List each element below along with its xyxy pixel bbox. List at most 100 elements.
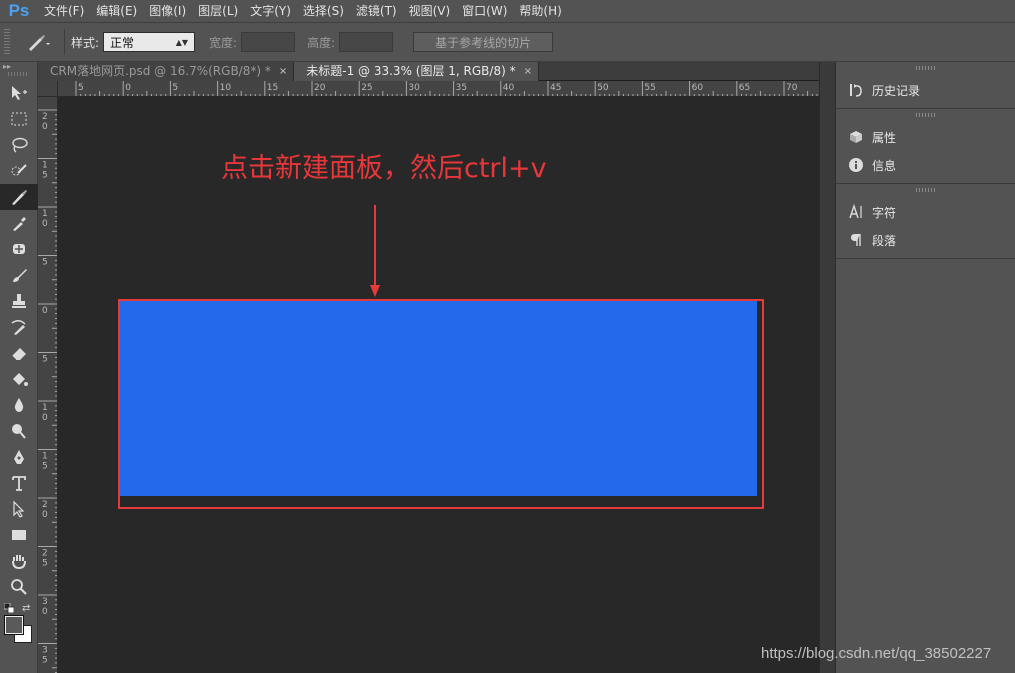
- slice-tool-icon: [29, 35, 50, 51]
- type-tool[interactable]: [0, 470, 38, 496]
- move-tool[interactable]: [0, 80, 38, 106]
- ruler-label: 40: [503, 83, 515, 93]
- tab-label: CRM落地网页.psd @ 16.7%(RGB/8*) *: [50, 64, 271, 78]
- marquee-tool[interactable]: [0, 106, 38, 132]
- hand-tool[interactable]: [0, 548, 38, 574]
- quick-selection-tool[interactable]: [0, 158, 38, 184]
- width-label: 宽度:: [209, 35, 238, 50]
- menu-window[interactable]: 窗口(W): [456, 0, 513, 22]
- dock-grip[interactable]: [915, 113, 936, 117]
- eyedropper-icon: [13, 217, 26, 231]
- vertical-ruler[interactable]: 201510505101520253035: [38, 97, 58, 673]
- dodge-tool[interactable]: [0, 418, 38, 444]
- properties-icon: [848, 129, 864, 145]
- ruler-label: 1: [42, 452, 48, 462]
- menu-view[interactable]: 视图(V): [403, 0, 457, 22]
- ruler-label: 45: [550, 83, 561, 93]
- eraser-icon: [11, 348, 26, 361]
- swap-colors-icon[interactable]: ⇄: [22, 603, 30, 614]
- chevron-down-icon: [46, 43, 50, 45]
- spot-healing-tool[interactable]: [0, 236, 38, 262]
- slices-from-guides-button[interactable]: 基于参考线的切片: [413, 32, 554, 52]
- eyedropper-tool[interactable]: [0, 210, 38, 236]
- history-brush-tool[interactable]: [0, 314, 38, 340]
- menu-file[interactable]: 文件(F): [38, 0, 90, 22]
- panel-info[interactable]: 信息: [836, 151, 1015, 179]
- dock-grip[interactable]: [915, 188, 936, 192]
- menu-select[interactable]: 选择(S): [297, 0, 350, 22]
- panel-character[interactable]: 字符: [836, 198, 1015, 226]
- ruler-label: 5: [42, 258, 48, 268]
- menu-layer[interactable]: 图层(L): [192, 0, 244, 22]
- highlight-rectangle: [118, 299, 764, 509]
- clone-stamp-tool[interactable]: [0, 288, 38, 314]
- panel-history-label: 历史记录: [872, 83, 921, 98]
- ruler-label: 5: [172, 83, 178, 93]
- tool-preset-picker[interactable]: [18, 29, 58, 55]
- brush-tool[interactable]: [0, 262, 38, 288]
- horizontal-ruler-ticks: 5 0 5 10 15 20 25 30 35 40 45 50 55 60 65 70: [75, 81, 818, 96]
- vertical-scrollbar[interactable]: [819, 62, 835, 673]
- dodge-icon: [12, 424, 26, 439]
- instruction-annotation: 点击新建面板，然后ctrl+v: [221, 153, 547, 184]
- ruler-label: 10: [220, 83, 232, 93]
- tab-crm-landing[interactable]: CRM落地网页.psd @ 16.7%(RGB/8*) * ×: [38, 62, 295, 81]
- ruler-label: 1: [42, 161, 48, 171]
- width-input[interactable]: [241, 32, 296, 52]
- toolbox-grip[interactable]: [8, 72, 29, 76]
- ruler-label: 5: [42, 355, 48, 365]
- rectangle-tool[interactable]: [0, 522, 38, 548]
- ruler-label: 3: [42, 597, 48, 607]
- slice-icon: [12, 190, 27, 205]
- ruler-label: 2: [42, 500, 48, 510]
- horizontal-ruler[interactable]: 5 0 5 10 15 20 25 30 35 40 45 50 55 60 65 70: [58, 81, 819, 97]
- history-brush-icon: [11, 320, 26, 335]
- vertical-ruler-ticks: 201510505101520253035: [38, 109, 57, 673]
- close-icon[interactable]: ×: [279, 62, 287, 81]
- pen-tool[interactable]: [0, 444, 38, 470]
- default-colors-icon[interactable]: [4, 603, 14, 613]
- paint-bucket-tool[interactable]: [0, 366, 38, 392]
- ruler-label: 3: [42, 646, 48, 656]
- menu-filter[interactable]: 滤镜(T): [350, 0, 403, 22]
- dock-grip[interactable]: [915, 66, 936, 70]
- options-grip[interactable]: [4, 29, 10, 55]
- ruler-origin[interactable]: [38, 81, 58, 97]
- tab-untitled-1[interactable]: 未标题-1 @ 33.3% (图层 1, RGB/8) * ×: [294, 62, 539, 81]
- eraser-tool[interactable]: [0, 340, 38, 366]
- hand-icon: [12, 555, 26, 570]
- brush-icon: [13, 269, 27, 282]
- ruler-label: 5: [42, 462, 48, 472]
- path-selection-tool[interactable]: [0, 496, 38, 522]
- height-input[interactable]: [339, 32, 394, 52]
- toolbox-collapse-icon[interactable]: ▸▸: [0, 62, 37, 72]
- type-icon: [12, 476, 26, 491]
- slice-tool[interactable]: [0, 184, 38, 210]
- close-icon[interactable]: ×: [524, 62, 532, 81]
- style-select[interactable]: 正常 ▲▼: [103, 32, 196, 52]
- panel-history[interactable]: 历史记录: [836, 76, 1015, 104]
- panel-paragraph-label: 段落: [872, 233, 897, 248]
- menu-edit[interactable]: 编辑(E): [90, 0, 143, 22]
- menu-help[interactable]: 帮助(H): [513, 0, 567, 22]
- panel-properties[interactable]: 属性: [836, 123, 1015, 151]
- panel-paragraph[interactable]: 段落: [836, 226, 1015, 254]
- ruler-label: 5: [42, 171, 48, 181]
- panel-character-label: 字符: [872, 205, 897, 220]
- zoom-tool[interactable]: [0, 574, 38, 600]
- foreground-color-swatch[interactable]: [4, 615, 24, 635]
- lasso-tool[interactable]: [0, 132, 38, 158]
- ruler-label: 35: [456, 83, 467, 93]
- rectangle-icon: [12, 530, 26, 540]
- ruler-label: 70: [786, 83, 798, 93]
- menu-type[interactable]: 文字(Y): [244, 0, 297, 22]
- ruler-label: 65: [739, 83, 750, 93]
- move-icon: [12, 86, 27, 100]
- menu-image[interactable]: 图像(I): [143, 0, 192, 22]
- ruler-label: 20: [314, 83, 326, 93]
- canvas-view[interactable]: 点击新建面板，然后ctrl+v: [58, 97, 819, 673]
- menu-bar: Ps 文件(F) 编辑(E) 图像(I) 图层(L) 文字(Y) 选择(S) 滤…: [0, 0, 1015, 22]
- ruler-label: 0: [125, 83, 131, 93]
- blur-tool[interactable]: [0, 392, 38, 418]
- info-icon: [848, 157, 864, 173]
